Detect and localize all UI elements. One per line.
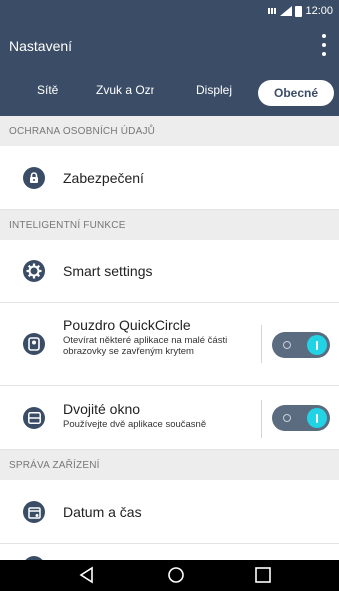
cover-case-icon bbox=[23, 333, 45, 355]
settings-item-dual-window[interactable]: Dvojité okno Používejte dvě aplikace sou… bbox=[0, 386, 339, 450]
tab-networks[interactable]: Sítě bbox=[37, 83, 58, 97]
settings-item-partial[interactable] bbox=[0, 544, 339, 578]
settings-item-subtitle: Používejte dvě aplikace současně bbox=[63, 419, 207, 430]
home-icon[interactable] bbox=[165, 565, 187, 585]
status-bar: 12:00 bbox=[0, 0, 339, 22]
divider bbox=[261, 325, 262, 363]
settings-item-subtitle: Otevírat některé aplikace na malé části … bbox=[63, 335, 228, 357]
section-header-device: SPRÁVA ZAŘÍZENÍ bbox=[0, 450, 339, 480]
toggle-knob bbox=[307, 335, 327, 355]
gear-icon bbox=[23, 260, 45, 282]
divider bbox=[261, 400, 262, 438]
navigation-bar bbox=[0, 560, 339, 591]
settings-item-title: Pouzdro QuickCircle bbox=[63, 317, 191, 333]
lock-icon bbox=[23, 167, 45, 189]
quickcircle-toggle[interactable] bbox=[272, 332, 330, 358]
tab-general[interactable]: Obecné bbox=[258, 80, 334, 106]
wifi-calling-icon bbox=[268, 8, 277, 14]
settings-item-smart-settings[interactable]: Smart settings bbox=[0, 240, 339, 303]
tab-sound[interactable]: Zvuk a Ozn bbox=[96, 83, 154, 97]
tab-display[interactable]: Displej bbox=[196, 83, 232, 97]
settings-item-date-time[interactable]: Datum a čas bbox=[0, 480, 339, 544]
tab-bar: Sítě Zvuk a Ozn Displej Obecné bbox=[0, 70, 339, 116]
signal-icon bbox=[280, 6, 293, 16]
overflow-menu-icon[interactable] bbox=[321, 34, 327, 56]
settings-item-quickcircle[interactable]: Pouzdro QuickCircle Otevírat některé apl… bbox=[0, 303, 339, 386]
settings-item-label: Datum a čas bbox=[63, 504, 142, 520]
app-title: Nastavení bbox=[9, 38, 73, 54]
section-header-privacy: OCHRANA OSOBNÍCH ÚDAJŮ bbox=[0, 116, 339, 146]
toggle-off-indicator bbox=[283, 414, 291, 422]
section-header-smart: INTELIGENTNÍ FUNKCE bbox=[0, 210, 339, 240]
app-bar: Nastavení bbox=[0, 22, 339, 70]
status-time: 12:00 bbox=[305, 5, 333, 17]
settings-item-title: Dvojité okno bbox=[63, 401, 141, 417]
back-icon[interactable] bbox=[76, 565, 98, 585]
settings-item-security[interactable]: Zabezpečení bbox=[0, 146, 339, 210]
settings-item-label: Zabezpečení bbox=[63, 170, 144, 186]
dual-window-toggle[interactable] bbox=[272, 405, 330, 431]
recents-icon[interactable] bbox=[252, 565, 274, 585]
settings-item-label: Smart settings bbox=[63, 263, 153, 279]
toggle-off-indicator bbox=[283, 341, 291, 349]
calendar-clock-icon bbox=[23, 501, 45, 523]
battery-icon bbox=[295, 5, 303, 17]
toggle-knob bbox=[307, 408, 327, 428]
dual-window-icon bbox=[23, 407, 45, 429]
